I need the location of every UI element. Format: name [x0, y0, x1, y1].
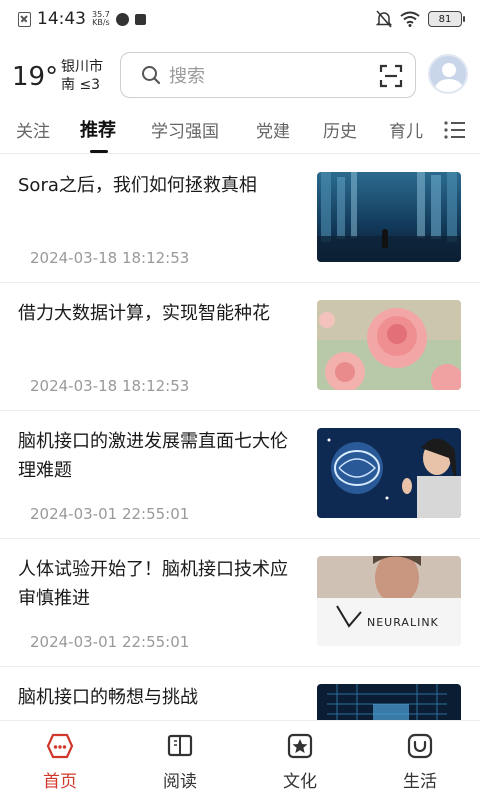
tab-xuexi-qiangguo[interactable]: 学习强国	[151, 117, 219, 142]
header: 19° 银川市 南 ≤3 搜索	[0, 46, 480, 102]
scan-icon[interactable]	[379, 64, 403, 88]
net-speed-unit: KB/s	[92, 18, 110, 27]
search-icon	[142, 66, 161, 85]
news-title[interactable]: 脑机接口的畅想与挑战	[18, 683, 293, 712]
mute-bell-icon	[376, 10, 392, 28]
status-time: 14:43	[37, 9, 86, 29]
news-item[interactable]: 脑机接口的激进发展需直面七大伦理难题 2024-03-01 22:55:01	[0, 411, 480, 539]
nav-label: 文化	[283, 772, 317, 792]
temperature[interactable]: 19°	[12, 62, 58, 92]
news-date: 2024-03-01 22:55:01	[30, 633, 190, 651]
category-tabs: 关注 推荐 学习强国 党建 历史 育儿	[0, 106, 480, 154]
bottom-nav: 首页 阅读 文化 生活	[0, 720, 480, 800]
wind-info: 南 ≤3	[61, 77, 101, 93]
circuit-image	[317, 684, 461, 720]
nav-home[interactable]: 首页	[30, 733, 90, 792]
nav-label: 阅读	[163, 772, 197, 792]
news-thumbnail[interactable]	[317, 684, 461, 720]
weather-location[interactable]: 银川市 南 ≤3	[61, 58, 103, 94]
nav-label: 生活	[403, 772, 437, 792]
city-figure-image	[317, 172, 461, 262]
status-right: 81	[376, 10, 465, 28]
battery-indicator: 81	[428, 11, 465, 27]
home-icon	[46, 733, 74, 759]
no-sim-icon	[18, 11, 31, 27]
news-item[interactable]: Sora之后，我们如何拯救真相 2024-03-18 18:12:53	[0, 155, 480, 283]
neuralink-text: NEURALINK	[367, 616, 439, 629]
tab-parenting[interactable]: 育儿	[389, 117, 423, 142]
news-thumbnail[interactable]	[317, 172, 461, 262]
news-title[interactable]: Sora之后，我们如何拯救真相	[18, 171, 293, 200]
news-thumbnail[interactable]	[317, 428, 461, 518]
app-notification-square-icon	[134, 13, 146, 25]
tab-recommend[interactable]: 推荐	[80, 116, 116, 142]
app-notification-icon	[115, 12, 129, 26]
news-title[interactable]: 脑机接口的激进发展需直面七大伦理难题	[18, 427, 293, 485]
search-placeholder: 搜索	[169, 66, 205, 87]
news-item[interactable]: 脑机接口的畅想与挑战	[0, 667, 480, 720]
book-icon	[167, 734, 193, 757]
brain-woman-image	[317, 428, 461, 518]
channel-menu-icon[interactable]	[444, 120, 466, 140]
news-title[interactable]: 借力大数据计算，实现智能种花	[18, 299, 293, 328]
status-bar: 14:43 35.7 KB/s 81	[0, 0, 480, 38]
news-item[interactable]: 借力大数据计算，实现智能种花 2024-03-18 18:12:53	[0, 283, 480, 411]
star-icon	[287, 733, 313, 759]
nav-life[interactable]: 生活	[390, 733, 450, 792]
tab-follow[interactable]: 关注	[16, 117, 50, 142]
tab-party-building[interactable]: 党建	[256, 117, 290, 142]
neuralink-image: NEURALINK	[317, 556, 461, 646]
user-avatar[interactable]	[428, 54, 468, 94]
news-feed[interactable]: Sora之后，我们如何拯救真相 2024-03-18 18:12:53 借力大数…	[0, 155, 480, 720]
rose-image	[317, 300, 461, 390]
nav-reading[interactable]: 阅读	[150, 733, 210, 792]
wifi-icon	[400, 11, 420, 27]
news-date: 2024-03-18 18:12:53	[30, 249, 190, 267]
news-thumbnail[interactable]	[317, 300, 461, 390]
news-date: 2024-03-01 22:55:01	[30, 505, 190, 523]
tab-history[interactable]: 历史	[323, 117, 357, 142]
news-date: 2024-03-18 18:12:53	[30, 377, 190, 395]
city-name: 银川市	[61, 59, 103, 75]
nav-culture[interactable]: 文化	[270, 733, 330, 792]
net-speed: 35.7 KB/s	[92, 11, 110, 27]
active-tab-indicator	[90, 150, 108, 153]
nav-label: 首页	[43, 772, 77, 792]
life-icon	[407, 733, 433, 759]
news-thumbnail[interactable]: NEURALINK	[317, 556, 461, 646]
status-left: 14:43 35.7 KB/s	[18, 9, 146, 29]
news-item[interactable]: 人体试验开始了！脑机接口技术应审慎推进 2024-03-01 22:55:01 …	[0, 539, 480, 667]
search-box[interactable]: 搜索	[120, 52, 416, 98]
news-title[interactable]: 人体试验开始了！脑机接口技术应审慎推进	[18, 555, 293, 613]
